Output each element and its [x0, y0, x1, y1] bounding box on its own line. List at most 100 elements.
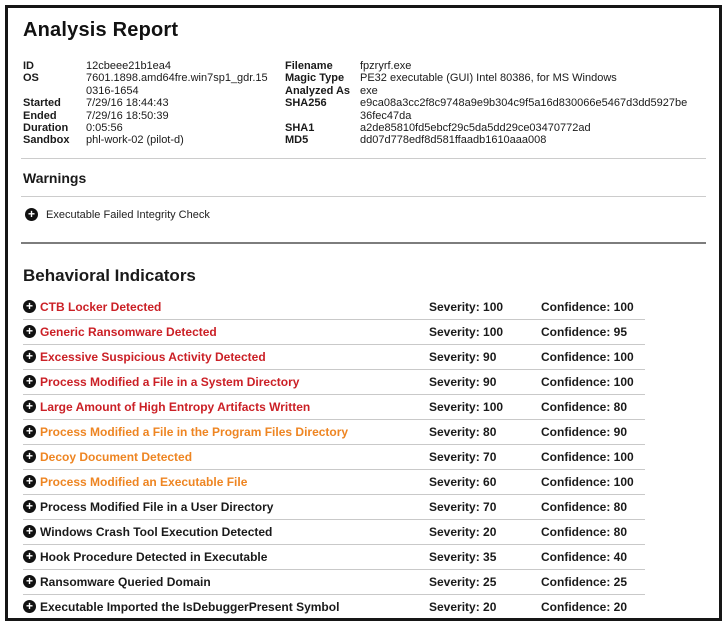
expand-plus-icon[interactable]: + — [25, 208, 38, 221]
indicator-severity: Severity: 20 — [429, 525, 541, 539]
indicator-severity: Severity: 70 — [429, 500, 541, 514]
divider — [21, 158, 706, 159]
metadata-label: Sandbox — [23, 134, 86, 146]
behavioral-indicator-row[interactable]: + Process Modified a File in a System Di… — [23, 370, 645, 395]
metadata-row: Magic Type PE32 executable (GUI) Intel 8… — [285, 72, 706, 84]
indicator-confidence: Confidence: 100 — [541, 350, 645, 364]
behavioral-indicator-row[interactable]: + Process Modified a File in the Program… — [23, 420, 645, 445]
expand-plus-icon[interactable]: + — [23, 475, 36, 488]
indicator-title: Process Modified a File in the Program F… — [40, 425, 429, 439]
indicator-title: Process Modified an Executable File — [40, 475, 429, 489]
metadata-label: Ended — [23, 110, 86, 122]
indicator-confidence: Confidence: 100 — [541, 300, 645, 314]
indicator-confidence: Confidence: 80 — [541, 500, 645, 514]
expand-plus-icon[interactable]: + — [23, 550, 36, 563]
metadata-row: Analyzed As exe — [285, 85, 706, 97]
metadata-row: Ended 7/29/16 18:50:39 — [23, 110, 285, 122]
behavioral-indicator-row[interactable]: + Executable Imported the IsDebuggerPres… — [23, 595, 645, 620]
indicator-confidence: Confidence: 100 — [541, 375, 645, 389]
page-title: Analysis Report — [23, 19, 706, 42]
metadata-label: Started — [23, 97, 86, 109]
metadata-row: Duration 0:05:56 — [23, 122, 285, 134]
indicator-severity: Severity: 25 — [429, 575, 541, 589]
metadata-row: ID 12cbeee21b1ea4 — [23, 60, 285, 72]
metadata-section: ID 12cbeee21b1ea4 OS 7601.1898.amd64fre.… — [23, 60, 706, 147]
metadata-label: Duration — [23, 122, 86, 134]
indicator-title: Large Amount of High Entropy Artifacts W… — [40, 400, 429, 414]
metadata-value: 0:05:56 — [86, 122, 268, 134]
expand-plus-icon[interactable]: + — [23, 525, 36, 538]
metadata-row: MD5 dd07d778edf8d581ffaadb1610aaa008 — [285, 134, 706, 146]
indicator-severity: Severity: 90 — [429, 375, 541, 389]
metadata-label: MD5 — [285, 134, 360, 146]
metadata-value: 12cbeee21b1ea4 — [86, 60, 268, 72]
behavioral-indicator-row[interactable]: + Excessive Suspicious Activity Detected… — [23, 345, 645, 370]
indicator-confidence: Confidence: 25 — [541, 575, 645, 589]
indicator-severity: Severity: 100 — [429, 325, 541, 339]
metadata-row: Sandbox phl-work-02 (pilot-d) — [23, 134, 285, 146]
indicator-severity: Severity: 60 — [429, 475, 541, 489]
behavioral-indicators-list: + CTB Locker Detected Severity: 100 Conf… — [23, 295, 706, 620]
behavioral-indicator-row[interactable]: + Process Modified an Executable File Se… — [23, 470, 645, 495]
metadata-row: Started 7/29/16 18:44:43 — [23, 97, 285, 109]
indicator-severity: Severity: 35 — [429, 550, 541, 564]
behavioral-indicator-row[interactable]: + Generic Ransomware Detected Severity: … — [23, 320, 645, 345]
expand-plus-icon[interactable]: + — [23, 600, 36, 613]
behavioral-indicator-row[interactable]: + CTB Locker Detected Severity: 100 Conf… — [23, 295, 645, 320]
indicator-severity: Severity: 100 — [429, 400, 541, 414]
warning-title: Executable Failed Integrity Check — [46, 209, 210, 221]
behavioral-indicator-row[interactable]: + Large Amount of High Entropy Artifacts… — [23, 395, 645, 420]
indicator-confidence: Confidence: 80 — [541, 400, 645, 414]
indicator-title: Process Modified a File in a System Dire… — [40, 375, 429, 389]
metadata-label: Magic Type — [285, 72, 360, 84]
indicator-confidence: Confidence: 20 — [541, 600, 645, 614]
expand-plus-icon[interactable]: + — [23, 300, 36, 313]
warnings-list: + Executable Failed Integrity Check — [21, 197, 706, 233]
indicator-title: Generic Ransomware Detected — [40, 325, 429, 339]
divider — [21, 242, 706, 244]
indicator-confidence: Confidence: 90 — [541, 425, 645, 439]
indicator-confidence: Confidence: 80 — [541, 525, 645, 539]
indicator-title: Process Modified File in a User Director… — [40, 500, 429, 514]
indicator-title: Windows Crash Tool Execution Detected — [40, 525, 429, 539]
behavioral-indicator-row[interactable]: + Decoy Document Detected Severity: 70 C… — [23, 445, 645, 470]
expand-plus-icon[interactable]: + — [23, 400, 36, 413]
behavioral-indicator-row[interactable]: + Windows Crash Tool Execution Detected … — [23, 520, 645, 545]
metadata-value: a2de85810fd5ebcf29c5da5dd29ce03470772ad — [360, 122, 692, 134]
expand-plus-icon[interactable]: + — [23, 350, 36, 363]
warnings-heading: Warnings — [23, 170, 706, 186]
metadata-label: Filename — [285, 60, 360, 72]
indicator-severity: Severity: 80 — [429, 425, 541, 439]
metadata-value: phl-work-02 (pilot-d) — [86, 134, 268, 146]
indicator-confidence: Confidence: 95 — [541, 325, 645, 339]
indicator-confidence: Confidence: 100 — [541, 450, 645, 464]
metadata-label: SHA256 — [285, 97, 360, 122]
indicator-severity: Severity: 20 — [429, 600, 541, 614]
expand-plus-icon[interactable]: + — [23, 575, 36, 588]
metadata-value: 7/29/16 18:50:39 — [86, 110, 268, 122]
metadata-label: Analyzed As — [285, 85, 360, 97]
expand-plus-icon[interactable]: + — [23, 450, 36, 463]
metadata-value: 7601.1898.amd64fre.win7sp1_gdr.150316-16… — [86, 72, 268, 97]
indicator-confidence: Confidence: 100 — [541, 475, 645, 489]
expand-plus-icon[interactable]: + — [23, 375, 36, 388]
metadata-value: e9ca08a3cc2f8c9748a9e9b304c9f5a16d830066… — [360, 97, 692, 122]
indicator-title: Ransomware Queried Domain — [40, 575, 429, 589]
metadata-value: PE32 executable (GUI) Intel 80386, for M… — [360, 72, 692, 84]
indicator-title: Executable Imported the IsDebuggerPresen… — [40, 600, 429, 614]
expand-plus-icon[interactable]: + — [23, 325, 36, 338]
metadata-value: fpzryrf.exe — [360, 60, 692, 72]
metadata-right-column: Filename fpzryrf.exe Magic Type PE32 exe… — [285, 60, 706, 147]
behavioral-indicator-row[interactable]: + Process Modified File in a User Direct… — [23, 495, 645, 520]
behavioral-indicator-row[interactable]: + Hook Procedure Detected in Executable … — [23, 545, 645, 570]
behavioral-indicator-row[interactable]: + Ransomware Queried Domain Severity: 25… — [23, 570, 645, 595]
warning-item[interactable]: + Executable Failed Integrity Check — [21, 197, 706, 233]
metadata-value: 7/29/16 18:44:43 — [86, 97, 268, 109]
behavioral-indicators-heading: Behavioral Indicators — [23, 266, 706, 286]
metadata-row: OS 7601.1898.amd64fre.win7sp1_gdr.150316… — [23, 72, 285, 97]
metadata-row: Filename fpzryrf.exe — [285, 60, 706, 72]
expand-plus-icon[interactable]: + — [23, 500, 36, 513]
expand-plus-icon[interactable]: + — [23, 425, 36, 438]
indicator-title: Decoy Document Detected — [40, 450, 429, 464]
metadata-row: SHA256 e9ca08a3cc2f8c9748a9e9b304c9f5a16… — [285, 97, 706, 122]
